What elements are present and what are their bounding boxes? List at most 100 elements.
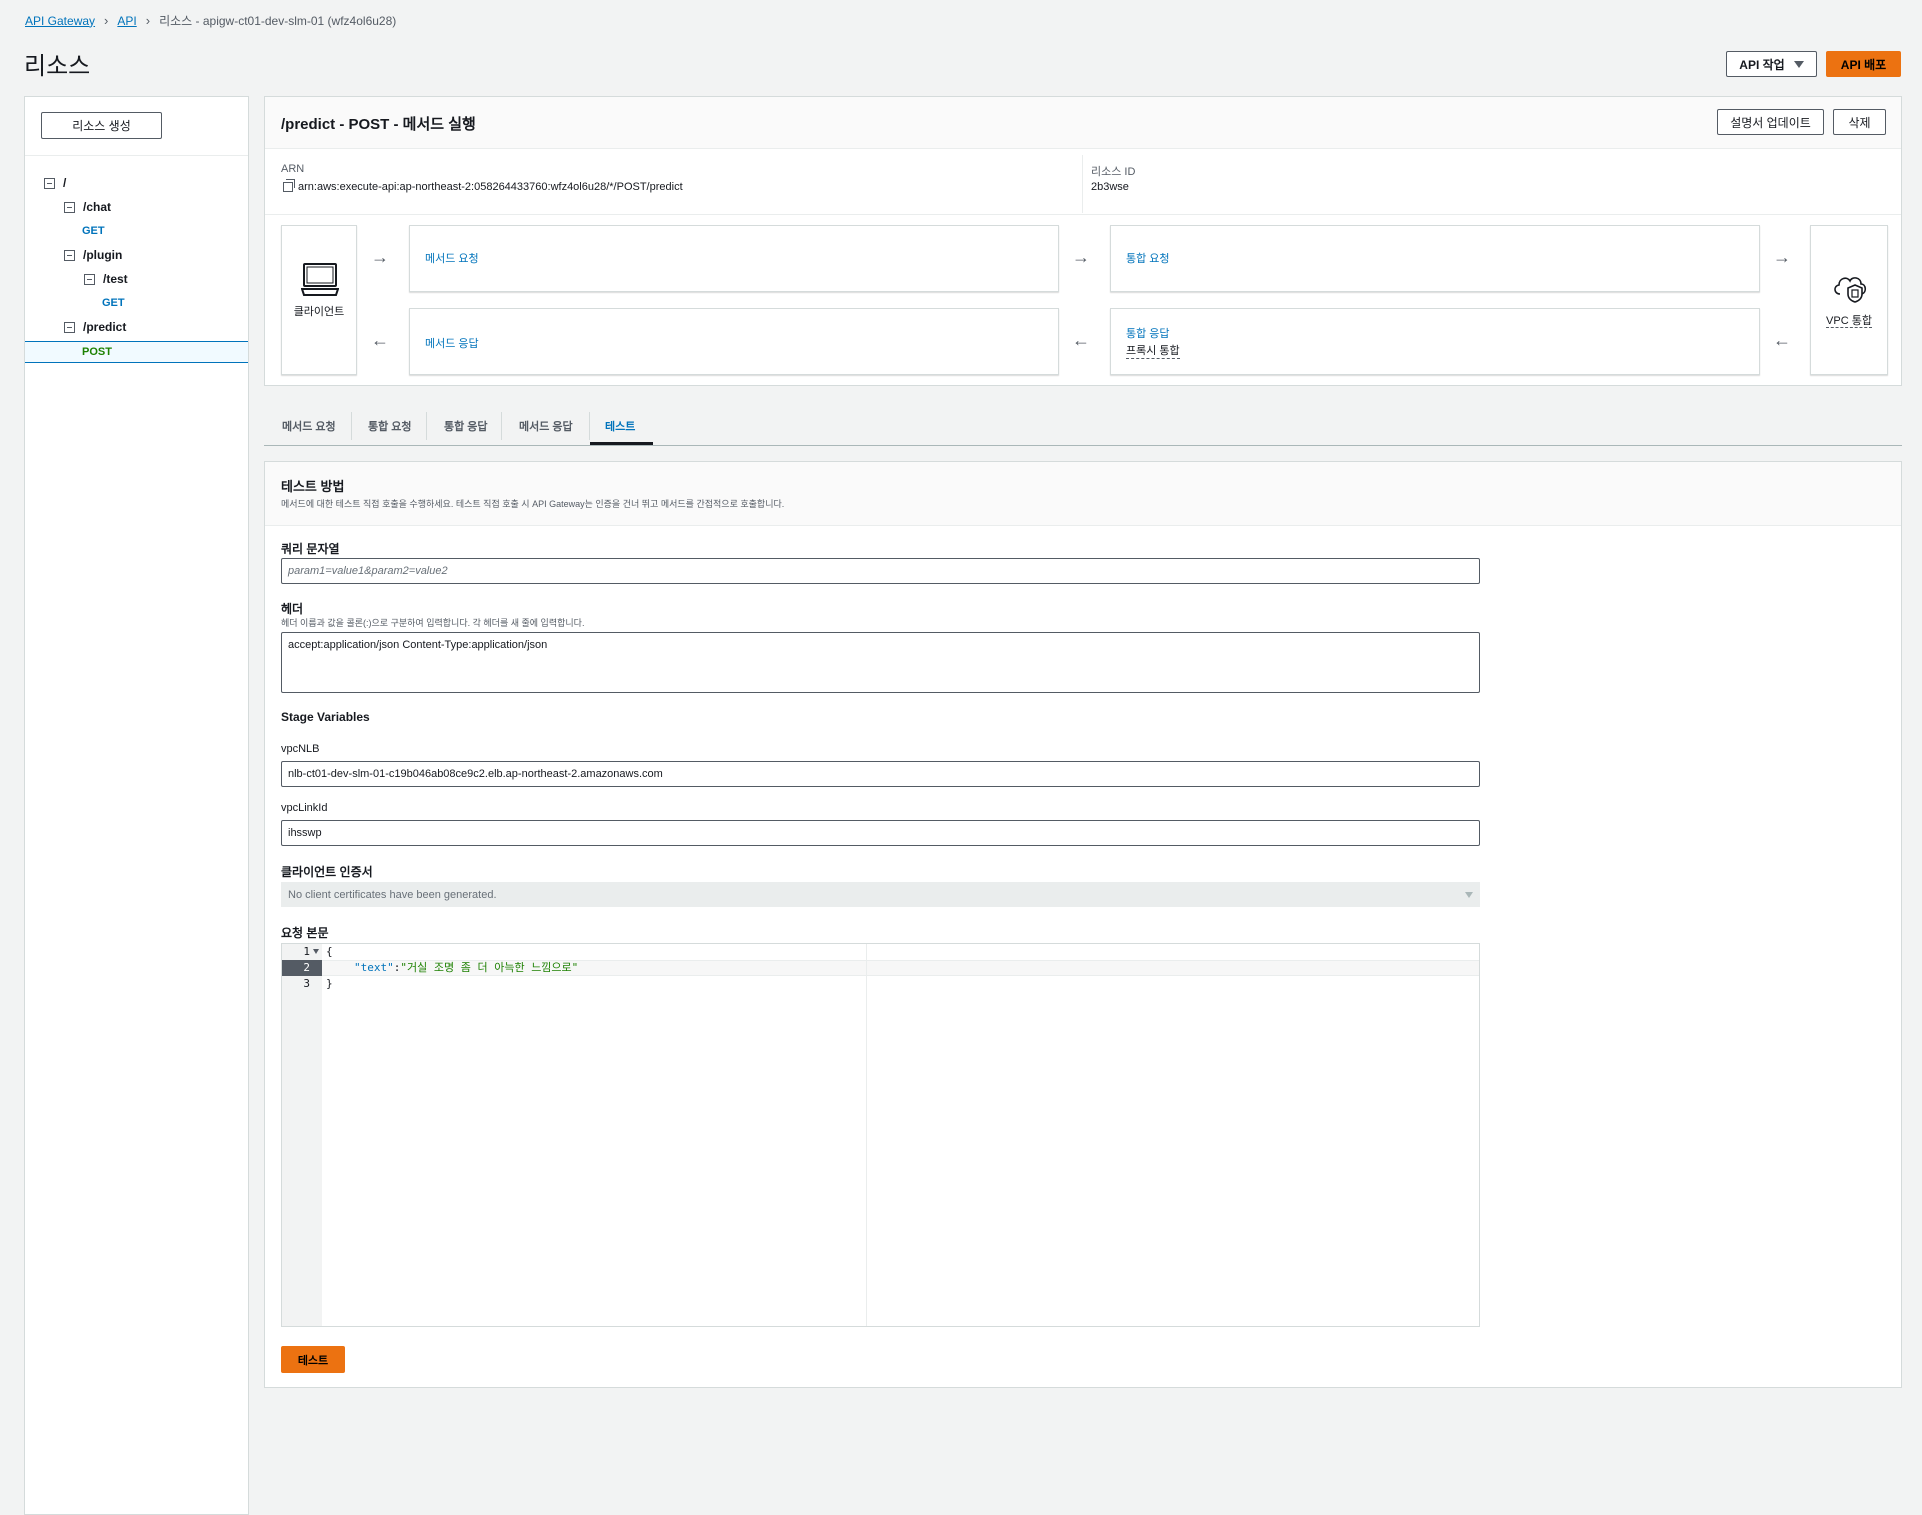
fold-arrow-icon[interactable]	[313, 949, 319, 954]
breadcrumb-api-gateway[interactable]: API Gateway	[25, 14, 95, 28]
breadcrumb-api[interactable]: API	[117, 14, 136, 28]
api-actions-label: API 작업	[1739, 57, 1785, 72]
chevron-right-icon: ›	[145, 13, 151, 28]
json-string-value: "거실 조명 좀 더 아늑한 느낌으로"	[400, 961, 579, 974]
resource-id-label: 리소스 ID	[1091, 166, 1136, 178]
client-label: 클라이언트	[293, 306, 345, 318]
test-description: 메서드에 대한 테스트 직접 호출을 수행하세요. 테스트 직접 호출 시 AP…	[281, 499, 785, 509]
arn-text: arn:aws:execute-api:ap-northeast-2:05826…	[298, 181, 683, 193]
tab-test[interactable]: 테스트	[605, 418, 635, 434]
code-line: {	[326, 945, 333, 958]
arrow-right-icon: →	[1773, 247, 1791, 267]
collapse-icon[interactable]	[84, 273, 95, 285]
arn-value: arn:aws:execute-api:ap-northeast-2:05826…	[283, 179, 683, 193]
breadcrumb: API Gateway › API › 리소스 - apigw-ct01-dev…	[25, 12, 396, 29]
request-body-editor[interactable]: 1 2 3 { "text":"거실 조명 좀 더 아늑한 느낌으로" }	[281, 943, 1480, 1327]
resource-id-value: 2b3wse	[1091, 181, 1129, 193]
method-execution-panel: /predict - POST - 메서드 실행 설명서 업데이트 삭제 ARN…	[264, 96, 1902, 386]
divider	[351, 412, 352, 440]
client-certificate-select[interactable]: No client certificates have been generat…	[281, 882, 1480, 907]
resource-sidebar: 리소스 생성 / /chat GET /plugin /test GET /pr…	[24, 96, 270, 1515]
line-number: 3	[303, 977, 310, 990]
delete-button[interactable]: 삭제	[1833, 109, 1886, 135]
collapse-icon[interactable]	[44, 177, 55, 189]
test-title: 테스트 방법	[281, 479, 345, 494]
method-tabs: 메서드 요청 통합 요청 통합 응답 메서드 응답 테스트	[264, 406, 1902, 446]
method-label: POST	[82, 346, 112, 358]
tab-method-request[interactable]: 메서드 요청	[282, 418, 336, 434]
stage-variables-label: Stage Variables	[281, 710, 370, 724]
integration-response-link[interactable]: 통합 응답	[1126, 325, 1170, 341]
panel-header: /predict - POST - 메서드 실행 설명서 업데이트 삭제	[265, 97, 1901, 149]
deploy-api-button[interactable]: API 배포	[1826, 51, 1901, 77]
test-header: 테스트 방법 메서드에 대한 테스트 직접 호출을 수행하세요. 테스트 직접 …	[265, 462, 1901, 526]
update-documentation-button[interactable]: 설명서 업데이트	[1717, 109, 1824, 135]
laptop-icon	[301, 263, 339, 296]
integration-response-box[interactable]: 통합 응답 프록시 통합	[1110, 308, 1760, 375]
headers-textarea[interactable]: accept:application/json Content-Type:app…	[281, 632, 1480, 693]
method-response-link[interactable]: 메서드 응답	[425, 335, 479, 351]
tab-integration-response[interactable]: 통합 응답	[444, 418, 488, 434]
method-label: GET	[82, 225, 105, 237]
request-body-label: 요청 본문	[281, 926, 329, 940]
chevron-right-icon: ›	[104, 13, 109, 28]
tree-method-chat-get[interactable]: GET	[82, 225, 105, 237]
line-number: 1	[282, 944, 322, 960]
arrow-right-icon: →	[371, 247, 389, 267]
tree-label: /predict	[83, 320, 127, 334]
arrow-left-icon: ←	[371, 330, 389, 350]
vpc-link-id-input[interactable]: ihsswp	[281, 820, 1480, 846]
api-actions-dropdown[interactable]: API 작업	[1726, 51, 1817, 77]
active-tab-indicator	[590, 442, 653, 445]
client-certificate-value: No client certificates have been generat…	[288, 888, 497, 901]
proxy-integration-label: 프록시 통합	[1126, 342, 1180, 359]
headers-hint: 헤더 이름과 값을 콜론(:)으로 구분하여 입력합니다. 각 헤더를 새 줄에…	[281, 618, 585, 628]
divider	[426, 412, 427, 440]
vpc-integration-box[interactable]: VPC 통합	[1810, 225, 1888, 375]
tree-item-test[interactable]: /test	[84, 272, 128, 286]
run-test-button[interactable]: 테스트	[281, 1346, 345, 1373]
test-panel: 테스트 방법 메서드에 대한 테스트 직접 호출을 수행하세요. 테스트 직접 …	[264, 461, 1902, 1388]
tree-method-predict-post[interactable]: POST	[25, 341, 248, 363]
vpc-cloud-icon	[1834, 277, 1867, 303]
divider	[1082, 155, 1083, 213]
method-request-box[interactable]: 메서드 요청	[409, 225, 1059, 292]
tree-item-root[interactable]: /	[44, 176, 66, 190]
tree-item-predict[interactable]: /predict	[64, 320, 126, 334]
vpc-nlb-label: vpcNLB	[281, 743, 320, 755]
tab-method-response[interactable]: 메서드 응답	[519, 418, 573, 434]
tree-label: /	[63, 176, 67, 190]
divider	[25, 155, 248, 156]
copy-icon[interactable]	[283, 179, 295, 192]
tab-integration-request[interactable]: 통합 요청	[368, 418, 412, 434]
collapse-icon[interactable]	[64, 201, 75, 213]
divider	[501, 412, 502, 440]
integration-request-link[interactable]: 통합 요청	[1126, 250, 1170, 266]
arrow-left-icon: ←	[1072, 330, 1090, 350]
caret-down-icon	[1465, 891, 1473, 898]
vpc-link-id-label: vpcLinkId	[281, 802, 328, 814]
create-resource-button[interactable]: 리소스 생성	[41, 112, 162, 139]
caret-down-icon	[1793, 60, 1804, 68]
collapse-icon[interactable]	[64, 249, 75, 261]
arrow-right-icon: →	[1072, 247, 1090, 267]
editor-gutter: 1 2 3	[282, 944, 322, 1326]
method-response-box[interactable]: 메서드 응답	[409, 308, 1059, 375]
query-string-label: 쿼리 문자열	[281, 542, 340, 556]
vpc-nlb-input[interactable]: nlb-ct01-dev-slm-01-c19b046ab08ce9c2.elb…	[281, 761, 1480, 787]
tree-item-chat[interactable]: /chat	[64, 200, 111, 214]
json-key: "text"	[354, 961, 394, 974]
collapse-icon[interactable]	[64, 321, 75, 333]
client-box[interactable]: 클라이언트	[281, 225, 357, 375]
query-string-input[interactable]: param1=value1&param2=value2	[281, 558, 1480, 584]
line-number: 2	[282, 960, 322, 976]
vpc-label-text: VPC 통합	[1826, 315, 1872, 328]
divider	[589, 412, 590, 440]
integration-request-box[interactable]: 통합 요청	[1110, 225, 1760, 292]
vpc-label: VPC 통합	[1811, 312, 1887, 328]
method-title: /predict - POST - 메서드 실행	[281, 116, 476, 133]
arn-label: ARN	[281, 163, 305, 175]
tree-item-plugin[interactable]: /plugin	[64, 248, 122, 262]
method-request-link[interactable]: 메서드 요청	[425, 250, 479, 266]
tree-method-test-get[interactable]: GET	[102, 297, 125, 309]
